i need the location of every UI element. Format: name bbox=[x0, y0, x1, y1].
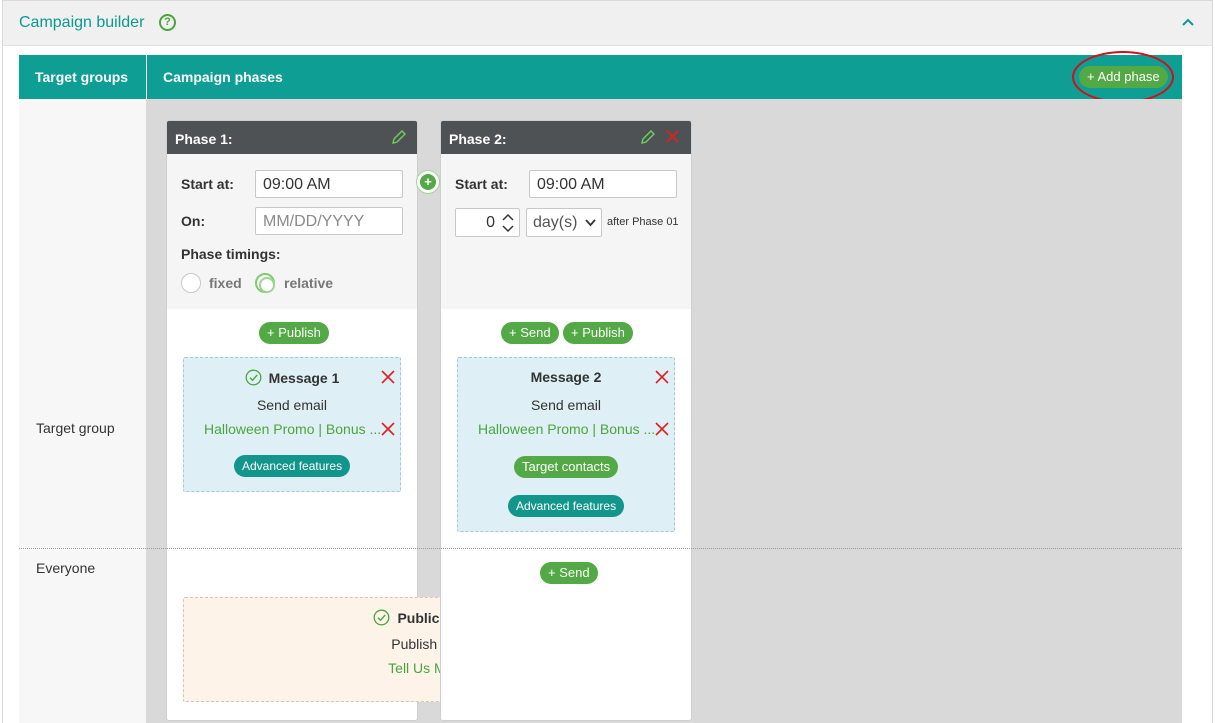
message-title: Message 2 bbox=[530, 369, 602, 385]
pencil-icon[interactable] bbox=[640, 129, 656, 145]
close-icon[interactable] bbox=[654, 369, 670, 385]
message-email-link[interactable]: Halloween Promo | Bonus ... bbox=[478, 421, 654, 437]
phase-card-1: Phase 1: Start at: 09:00 AM On: MM/DD/YY… bbox=[166, 120, 675, 721]
unit-select-value: day(s) bbox=[533, 214, 578, 231]
close-icon[interactable] bbox=[380, 369, 396, 385]
phase-settings: Start at: 09:00 AM On: MM/DD/YYYY Phase … bbox=[167, 154, 417, 309]
close-icon[interactable] bbox=[665, 129, 680, 144]
start-at-label: Start at: bbox=[181, 176, 234, 192]
phase-settings: Start at: 09:00 AM 0 day(s) after Phase … bbox=[441, 154, 691, 309]
row-label-target-group: Target group bbox=[36, 420, 115, 436]
chevron-up-icon[interactable] bbox=[1180, 15, 1196, 31]
column-header-target-groups: Target groups bbox=[19, 55, 147, 99]
check-circle-icon bbox=[245, 369, 262, 386]
send-button[interactable]: + Send bbox=[501, 322, 559, 344]
row-divider bbox=[19, 548, 1182, 549]
target-groups-column: Target group Everyone bbox=[19, 99, 147, 723]
radio-relative[interactable] bbox=[255, 273, 275, 293]
chevron-down-icon bbox=[585, 219, 596, 227]
offset-value: 0 bbox=[486, 214, 495, 231]
phase-title: Phase 2: bbox=[449, 131, 507, 147]
add-phase-between-button[interactable]: + bbox=[416, 170, 440, 194]
start-time-input[interactable]: 09:00 AM bbox=[255, 170, 403, 198]
campaign-table-header: Target groups Campaign phases + Add phas… bbox=[19, 55, 1182, 99]
add-phase-button[interactable]: + Add phase bbox=[1079, 66, 1168, 88]
pencil-icon[interactable] bbox=[391, 129, 407, 145]
message-card-1[interactable]: Message 1 Send email Halloween Promo | B… bbox=[183, 357, 401, 492]
plus-icon: + bbox=[420, 174, 436, 190]
column-header-campaign-phases: Campaign phases bbox=[163, 69, 283, 85]
builder-header[interactable]: Campaign builder ? bbox=[3, 1, 1212, 46]
advanced-features-button[interactable]: Advanced features bbox=[508, 495, 625, 517]
help-icon[interactable]: ? bbox=[159, 14, 176, 31]
start-at-label: Start at: bbox=[455, 176, 508, 192]
phase-card-2: Phase 2: Start at: 09:00 AM 0 day(s) aft… bbox=[440, 120, 692, 721]
message-title: Message 1 bbox=[184, 369, 400, 386]
phase-timings-label: Phase timings: bbox=[181, 246, 281, 262]
phase-header: Phase 2: bbox=[441, 121, 691, 154]
builder-title: Campaign builder bbox=[19, 14, 145, 31]
phase-title: Phase 1: bbox=[175, 131, 233, 147]
close-icon[interactable] bbox=[380, 421, 396, 437]
message-type: Send email bbox=[256, 397, 328, 413]
radio-relative-label: relative bbox=[284, 275, 334, 291]
publish-button[interactable]: + Publish bbox=[563, 322, 633, 344]
publish-button[interactable]: + Publish bbox=[259, 322, 329, 344]
close-icon[interactable] bbox=[654, 421, 670, 437]
advanced-features-button[interactable]: Advanced features bbox=[234, 455, 351, 477]
stepper-arrows-icon[interactable] bbox=[501, 212, 515, 234]
row-label-everyone: Everyone bbox=[36, 560, 96, 576]
message-email-link[interactable]: Halloween Promo | Bonus ... bbox=[204, 421, 380, 437]
radio-fixed-label: fixed bbox=[209, 275, 242, 291]
unit-select[interactable]: day(s) bbox=[526, 208, 602, 237]
start-time-input[interactable]: 09:00 AM bbox=[529, 170, 677, 198]
message-type: Send email bbox=[530, 397, 602, 413]
message-title-text: Message 1 bbox=[268, 370, 340, 386]
on-label: On: bbox=[181, 213, 206, 229]
everyone-send-button[interactable]: + Send bbox=[540, 562, 598, 584]
radio-fixed[interactable] bbox=[181, 273, 201, 293]
offset-stepper[interactable]: 0 bbox=[455, 208, 520, 237]
target-contacts-button[interactable]: Target contacts bbox=[514, 456, 619, 478]
date-input[interactable]: MM/DD/YYYY bbox=[255, 207, 403, 235]
after-phase-note: after Phase 01 bbox=[607, 216, 679, 228]
phase-header: Phase 1: bbox=[167, 121, 417, 154]
message-card-2[interactable]: Message 2 Send email Halloween Promo | B… bbox=[457, 357, 675, 532]
check-circle-icon bbox=[373, 609, 390, 626]
